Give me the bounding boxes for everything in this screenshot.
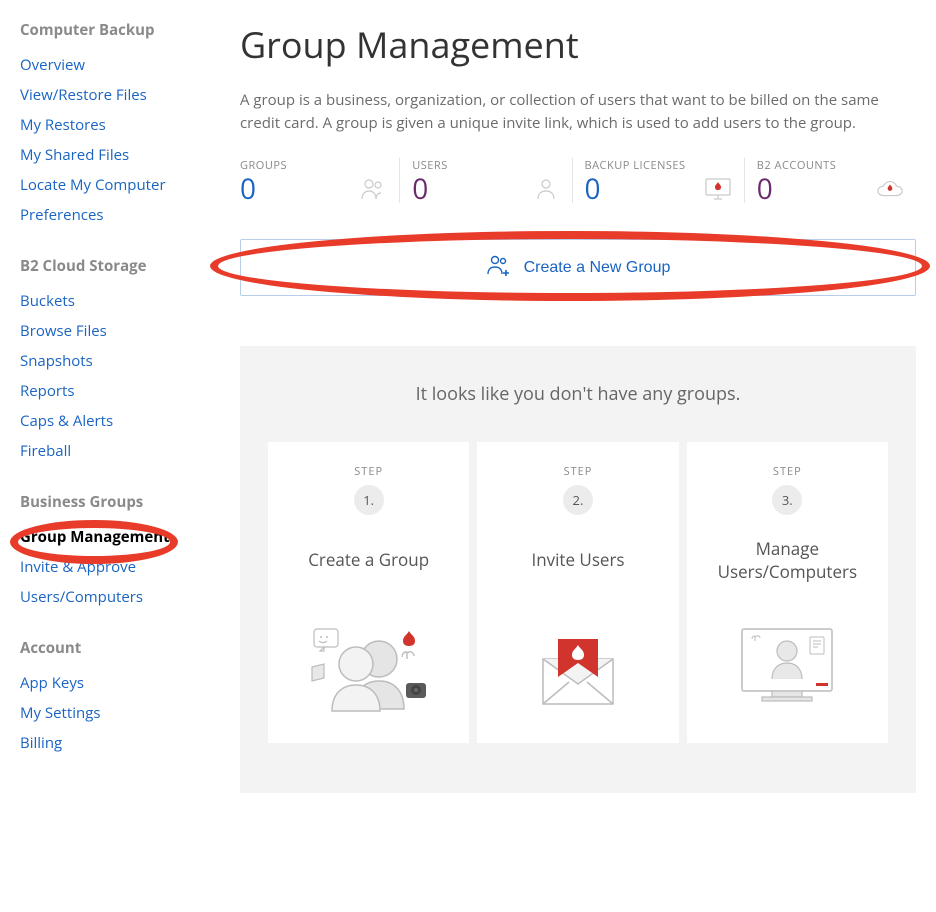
page-title: Group Management (240, 20, 916, 69)
create-new-group-label: Create a New Group (524, 259, 671, 277)
stat-users-value: 0 (412, 175, 447, 203)
step-card-2: STEP 2. Invite Users (477, 442, 678, 743)
sidebar-item-users-computers[interactable]: Users/Computers (20, 582, 200, 612)
group-icon (359, 175, 387, 203)
steps-row: STEP 1. Create a Group (268, 442, 888, 743)
sidebar-item-caps-alerts[interactable]: Caps & Alerts (20, 406, 200, 436)
step-label: STEP (773, 464, 802, 479)
sidebar-item-buckets[interactable]: Buckets (20, 286, 200, 316)
sidebar-heading: Account (20, 638, 200, 658)
step-title: Manage Users/Computers (701, 537, 874, 583)
step-label: STEP (564, 464, 593, 479)
sidebar-item-overview[interactable]: Overview (20, 50, 200, 80)
sidebar-section-business-groups: Business Groups Group Management Invite … (20, 492, 200, 612)
sidebar-item-billing[interactable]: Billing (20, 728, 200, 758)
sidebar-item-app-keys[interactable]: App Keys (20, 668, 200, 698)
invite-users-illustration (503, 609, 653, 719)
empty-state-panel: It looks like you don't have any groups.… (240, 346, 916, 793)
create-new-group-button[interactable]: Create a New Group (240, 239, 916, 296)
create-group-illustration (294, 609, 444, 719)
stats-row: GROUPS 0 USERS 0 BACKUP LICENSES 0 (240, 158, 916, 203)
create-group-wrapper: Create a New Group (240, 239, 916, 296)
group-plus-icon (486, 254, 512, 281)
sidebar-item-my-restores[interactable]: My Restores (20, 110, 200, 140)
step-card-1: STEP 1. Create a Group (268, 442, 469, 743)
sidebar-section-account: Account App Keys My Settings Billing (20, 638, 200, 758)
step-card-3: STEP 3. Manage Users/Computers (687, 442, 888, 743)
sidebar-item-locate-my-computer[interactable]: Locate My Computer (20, 170, 200, 200)
sidebar-item-browse-files[interactable]: Browse Files (20, 316, 200, 346)
stat-users: USERS 0 (412, 158, 572, 203)
cloud-fire-icon (876, 175, 904, 203)
step-title: Invite Users (531, 537, 624, 581)
stat-licenses-value: 0 (585, 175, 686, 203)
sidebar-item-my-shared-files[interactable]: My Shared Files (20, 140, 200, 170)
sidebar-item-preferences[interactable]: Preferences (20, 200, 200, 230)
stat-groups-value: 0 (240, 175, 287, 203)
stat-b2-value: 0 (757, 175, 837, 203)
step-number: 2. (563, 485, 593, 515)
manage-users-illustration (712, 611, 862, 721)
page-description: A group is a business, organization, or … (240, 89, 916, 134)
sidebar-section-computer-backup: Computer Backup Overview View/Restore Fi… (20, 20, 200, 230)
sidebar-heading: B2 Cloud Storage (20, 256, 200, 276)
sidebar-item-fireball[interactable]: Fireball (20, 436, 200, 466)
sidebar-item-invite-approve[interactable]: Invite & Approve (20, 552, 200, 582)
empty-state-title: It looks like you don't have any groups. (268, 382, 888, 406)
sidebar-item-my-settings[interactable]: My Settings (20, 698, 200, 728)
sidebar-item-view-restore-files[interactable]: View/Restore Files (20, 80, 200, 110)
stat-groups: GROUPS 0 (240, 158, 400, 203)
stat-backup-licenses: BACKUP LICENSES 0 (585, 158, 745, 203)
sidebar-item-reports[interactable]: Reports (20, 376, 200, 406)
sidebar-section-b2-cloud-storage: B2 Cloud Storage Buckets Browse Files Sn… (20, 256, 200, 466)
user-icon (532, 175, 560, 203)
main-content: Group Management A group is a business, … (200, 0, 936, 912)
monitor-fire-icon (704, 175, 732, 203)
step-number: 3. (772, 485, 802, 515)
step-title: Create a Group (308, 537, 429, 581)
sidebar: Computer Backup Overview View/Restore Fi… (0, 0, 200, 912)
sidebar-heading: Business Groups (20, 492, 200, 512)
step-label: STEP (354, 464, 383, 479)
step-number: 1. (354, 485, 384, 515)
sidebar-item-snapshots[interactable]: Snapshots (20, 346, 200, 376)
sidebar-item-group-management[interactable]: Group Management (20, 522, 200, 552)
stat-b2-accounts: B2 ACCOUNTS 0 (757, 158, 916, 203)
sidebar-heading: Computer Backup (20, 20, 200, 40)
